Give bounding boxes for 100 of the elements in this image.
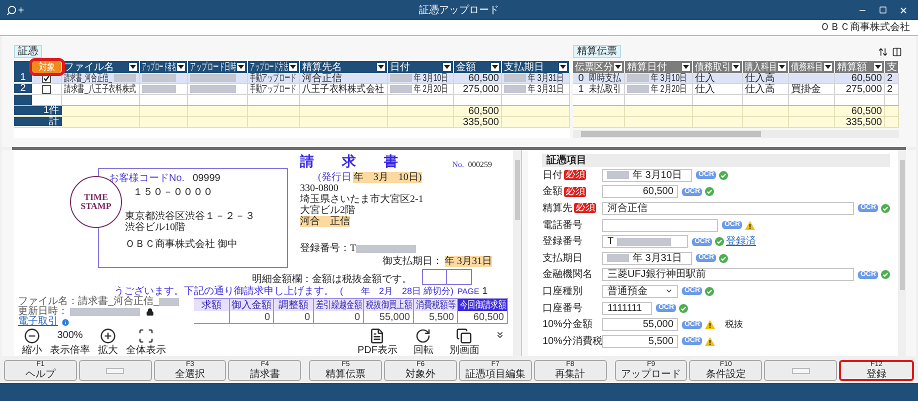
column-header[interactable]: 日付 — [388, 61, 454, 73]
cell-text: 年 3月10日 — [651, 72, 687, 84]
table-row[interactable]: 2 請求書_八王子衣料株式 手動アップロード 八王子衣料株式会社 年 2月20日 275,000 年 3月31日 — [14, 84, 570, 95]
input-field[interactable]: 年 3月31日 — [602, 252, 692, 265]
field-label: 支払期日 — [542, 252, 582, 264]
field-label: 口座種別 — [542, 286, 582, 297]
updated-info: 更新日時： — [18, 307, 68, 317]
dropdown-icon[interactable] — [129, 63, 137, 71]
checkbox[interactable] — [42, 84, 51, 94]
header-label: 調整額 — [278, 300, 308, 310]
due-date-label: 御支払期日： — [382, 256, 442, 267]
column-header[interactable]: 金額 — [454, 61, 502, 73]
cell-text: 八王子衣料株式会社 — [302, 84, 384, 94]
sender-address: 埼玉県さいたま市大宮区2-1 — [300, 194, 424, 205]
column-header[interactable]: アップロード者名 — [140, 61, 188, 73]
input-field[interactable]: 55,000 — [602, 318, 678, 332]
columns-icon[interactable] — [892, 46, 902, 56]
toolbar-label[interactable]: 拡大 — [98, 345, 118, 356]
dropdown-icon[interactable] — [778, 63, 786, 71]
dropdown-icon[interactable] — [177, 63, 185, 71]
total-amount: 60,500 — [468, 104, 499, 118]
toolbar-label[interactable]: 全体表示 — [126, 345, 166, 356]
search-icon[interactable] — [6, 4, 17, 16]
close-icon[interactable] — [899, 6, 908, 14]
zoom-out-icon[interactable] — [24, 328, 40, 344]
rotate-icon[interactable] — [415, 328, 432, 344]
input-field[interactable]: 1111111 — [602, 302, 652, 315]
table-row[interactable]: 0 即時支払 年 3月10日 仕入 仕入高 60,500 2 — [573, 73, 899, 84]
address-line: 渋谷ビル10階 — [125, 222, 186, 233]
field-label: 金融機関名 — [542, 269, 592, 280]
tax-note: 税抜 — [725, 318, 743, 331]
cell-text: 275,000 — [846, 84, 882, 94]
field-label: 精算先 — [542, 202, 572, 214]
file-icon[interactable] — [369, 328, 386, 344]
scrollbar[interactable] — [513, 150, 522, 356]
cell-text: 年 2月20日 — [651, 84, 687, 94]
dropdown-icon[interactable] — [682, 63, 690, 71]
dropdown-icon[interactable] — [443, 63, 451, 71]
windows-icon[interactable] — [456, 328, 472, 344]
toolbar-label[interactable]: 表示倍率 — [50, 345, 90, 356]
dropdown-icon[interactable] — [732, 63, 740, 71]
dropdown-icon[interactable] — [874, 63, 882, 71]
page-label: PAGE — [458, 286, 480, 297]
input-field[interactable]: 年 3月10日 — [602, 168, 692, 182]
sort-icon[interactable] — [878, 46, 888, 56]
dropdown-icon[interactable] — [289, 63, 297, 71]
dropdown-icon[interactable] — [377, 63, 385, 71]
info-icon[interactable] — [61, 318, 70, 326]
scrollbar[interactable] — [898, 150, 906, 356]
header-label: 税抜御買上額 — [366, 300, 412, 310]
expand-icon[interactable] — [495, 330, 506, 340]
cell-text: 60,500 — [473, 312, 504, 322]
column-header[interactable]: 支払期日 — [502, 61, 570, 73]
header-label: 支払期日 — [504, 62, 544, 72]
dropdown-icon[interactable] — [237, 63, 245, 71]
input-field[interactable]: 河合正信 — [602, 202, 854, 215]
column-header[interactable]: アップロード日時 — [188, 61, 248, 73]
header-label: 差引繰越金額 — [316, 300, 362, 310]
cell-text: 請求書_河合正信_ — [64, 72, 112, 84]
input-field[interactable] — [602, 218, 718, 232]
electronic-transaction-link[interactable]: 電子取引 — [18, 317, 58, 327]
field-label: 登録番号 — [542, 236, 582, 248]
column-header[interactable]: ファイル名 — [62, 61, 140, 73]
column-header[interactable]: 精算先名 — [300, 61, 388, 73]
registered-link[interactable]: 登録済 — [726, 234, 756, 250]
row-number — [14, 95, 32, 105]
header-label: 購入科目 — [745, 62, 777, 72]
column-header[interactable]: アップロード方法 — [248, 61, 300, 73]
sender-name: 河合 正信 — [300, 216, 350, 227]
cell-text: 仕入 — [695, 84, 715, 94]
field-label: 10%分消費税 — [542, 336, 602, 347]
table-row[interactable]: 1 請求書_河合正信_ 手動アップロード 河合正信 年 3月10日 60,500 年 3月31日 — [14, 73, 570, 84]
input-field[interactable]: 5,500 — [602, 334, 678, 348]
input-field[interactable]: T — [602, 235, 688, 248]
postal-code: １５０－００００ — [132, 187, 214, 199]
cell-text: 手動アップロード — [250, 72, 296, 84]
select-field[interactable]: 普通預金 — [602, 284, 678, 298]
scrollbar[interactable] — [573, 130, 899, 138]
toolbar-label[interactable]: 回転 — [413, 345, 434, 356]
dropdown-icon[interactable] — [491, 63, 499, 71]
field-label: 口座番号 — [542, 302, 582, 314]
toolbar-label[interactable]: 縮小 — [22, 345, 42, 356]
plus-icon[interactable] — [17, 6, 25, 14]
zoom-in-icon[interactable] — [100, 328, 116, 344]
input-field[interactable]: 三菱UFJ銀行神田駅前 — [602, 268, 854, 282]
field-label: 10%分金額 — [542, 319, 592, 330]
header-label: 金額 — [456, 62, 476, 72]
dropdown-icon[interactable] — [824, 63, 832, 71]
dropdown-icon[interactable] — [559, 63, 567, 71]
cell-text: 275,000 — [462, 84, 499, 94]
maximize-icon[interactable] — [879, 6, 887, 14]
table-row[interactable]: 1 未払取引 年 2月20日 仕入 仕入高 買掛金 275,000 2 — [573, 84, 899, 95]
toolbar-label[interactable]: 別画面 — [449, 345, 480, 356]
cell-text: 仕入 — [695, 72, 715, 84]
window-title: 証憑アップロード — [419, 4, 499, 18]
dropdown-icon[interactable] — [614, 63, 622, 71]
note-text: 明細金額欄：金額は税抜金額です。 — [252, 274, 412, 285]
toolbar-label[interactable]: PDF表示 — [357, 345, 398, 356]
input-field[interactable]: 60,500 — [602, 185, 678, 198]
fit-screen-icon[interactable] — [138, 328, 154, 344]
